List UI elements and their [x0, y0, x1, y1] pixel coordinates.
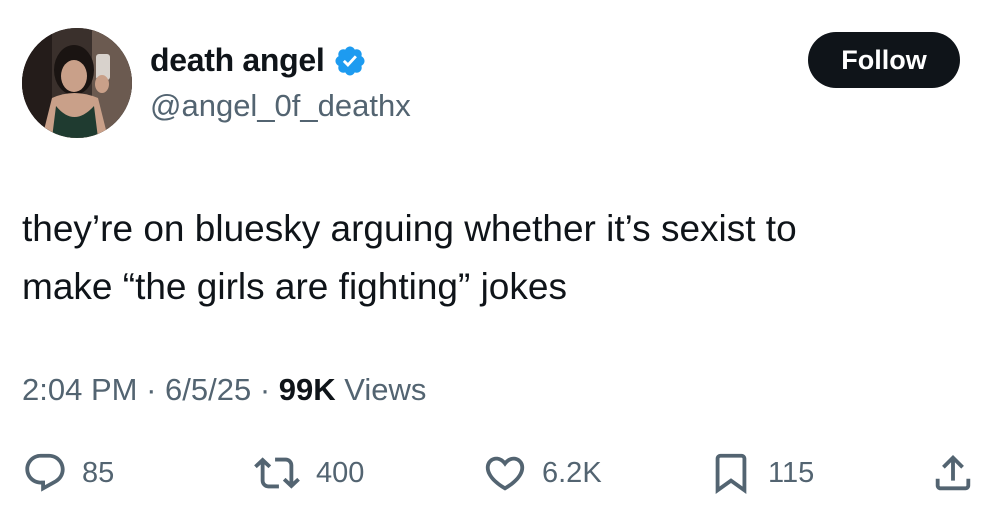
reply-count: 85	[82, 456, 115, 489]
verified-badge-icon	[333, 44, 367, 78]
retweet-icon	[254, 457, 300, 489]
share-icon	[935, 454, 971, 491]
follow-button[interactable]: Follow	[808, 32, 960, 88]
tweet-text-line: make “the girls are fighting” jokes	[22, 266, 567, 307]
meta-separator: ·	[137, 372, 166, 407]
tweet-date[interactable]: 6/5/25	[165, 372, 251, 407]
like-icon	[485, 456, 525, 491]
tweet-text: they’re on bluesky arguing whether it’s …	[22, 200, 972, 316]
like-button[interactable]: 6.2K	[482, 448, 602, 498]
retweet-button[interactable]: 400	[252, 448, 364, 498]
tweet-card: death angel @angel_0f_deathx Follow they…	[0, 0, 1000, 512]
reply-icon	[25, 453, 65, 492]
meta-separator: ·	[251, 372, 279, 407]
tweet-text-line: they’re on bluesky arguing whether it’s …	[22, 208, 797, 249]
views-count: 99K	[278, 372, 336, 407]
avatar[interactable]	[22, 28, 132, 138]
retweet-count: 400	[316, 456, 365, 489]
bookmark-button[interactable]: 115	[708, 448, 814, 498]
views-label: Views	[335, 372, 427, 407]
bookmark-count: 115	[768, 456, 815, 489]
bookmark-icon	[715, 453, 747, 494]
tweet-time[interactable]: 2:04 PM	[22, 372, 137, 407]
reply-button[interactable]: 85	[22, 448, 114, 498]
handle[interactable]: @angel_0f_deathx	[150, 88, 411, 124]
like-count: 6.2K	[542, 456, 602, 489]
share-button[interactable]	[930, 448, 976, 498]
profile-photo	[22, 28, 132, 138]
author-name-row: death angel	[150, 42, 367, 79]
action-bar: 85 400 6.2K 115	[0, 448, 1000, 498]
tweet-meta: 2:04 PM · 6/5/25 · 99K Views	[22, 372, 426, 408]
display-name[interactable]: death angel	[150, 42, 325, 79]
